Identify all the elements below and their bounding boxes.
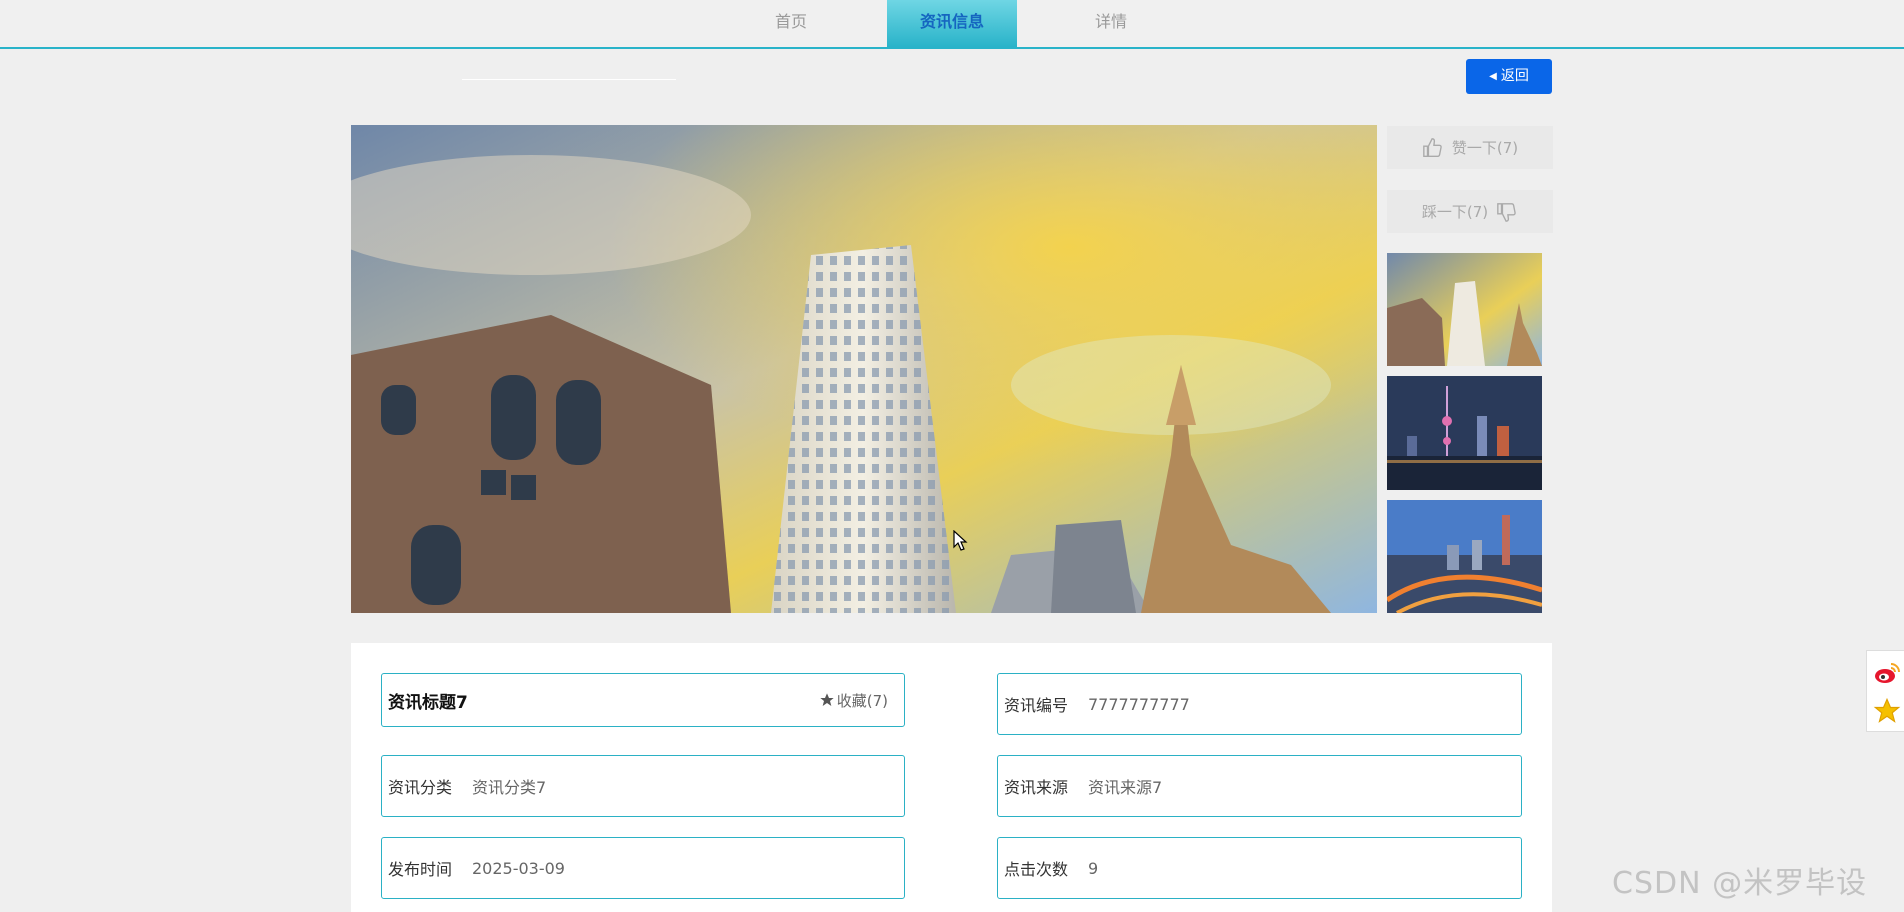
favorite-star-icon[interactable] [1873,697,1901,725]
news-id-label: 资讯编号 [1004,696,1069,715]
star-icon [820,693,834,706]
thumbnail-1[interactable] [1387,253,1542,366]
click-count-label: 点击次数 [1004,860,1069,879]
thumbs-up-icon [1423,137,1442,157]
dislike-button[interactable]: 踩一下(7) [1387,190,1553,233]
favorite-label: 收藏(7) [836,691,888,710]
publish-time-label: 发布时间 [388,860,453,879]
thumbs-down-icon [1497,202,1516,222]
title-field: 资讯标题7 收藏(7) [381,673,905,727]
news-id-value: 7777777777 [1088,694,1190,714]
category-value: 资讯分类7 [472,778,547,797]
category-field: 资讯分类 资讯分类7 [381,755,905,817]
nav-detail[interactable]: 详情 [1046,0,1176,47]
share-widget [1866,650,1904,732]
thumbnail-2[interactable] [1387,376,1542,490]
favorite-button[interactable]: 收藏(7) [819,690,888,711]
category-label: 资讯分类 [388,778,453,797]
watermark: CSDN @米罗毕设 [1612,866,1868,901]
detail-panel: 资讯标题7 收藏(7) 资讯编号 7777777777 资讯分类 资讯分类7 资… [351,643,1552,912]
thumbnail-highway-image [1387,500,1542,613]
publish-time-value: 2025-03-09 [472,858,565,878]
like-button[interactable]: 赞一下(7) [1387,126,1553,169]
top-nav: 首页 资讯信息 详情 [0,0,1904,49]
click-count-value: 9 [1088,858,1099,878]
main-image [351,125,1377,613]
thumbnail-buildings-image [1387,253,1542,366]
news-title: 资讯标题7 [388,692,468,713]
source-field: 资讯来源 资讯来源7 [997,755,1522,817]
nav-news[interactable]: 资讯信息 [887,0,1017,47]
nav-home[interactable]: 首页 [726,0,856,47]
back-button-label: 返回 [1500,68,1529,84]
news-id-field: 资讯编号 7777777777 [997,673,1522,735]
thumbnail-3[interactable] [1387,500,1542,613]
back-button[interactable]: ◀ 返回 [1466,59,1552,94]
like-label: 赞一下(7) [1451,139,1519,157]
caret-left-icon: ◀ [1489,71,1497,82]
weibo-icon[interactable] [1873,659,1901,687]
mouse-cursor-icon [953,530,968,551]
thumbnail-night-city-image [1387,376,1542,490]
divider [462,79,676,80]
click-count-field: 点击次数 9 [997,837,1522,899]
source-value: 资讯来源7 [1088,778,1163,797]
city-buildings-image [351,125,1377,613]
publish-time-field: 发布时间 2025-03-09 [381,837,905,899]
dislike-label: 踩一下(7) [1421,203,1489,221]
source-label: 资讯来源 [1004,778,1069,797]
